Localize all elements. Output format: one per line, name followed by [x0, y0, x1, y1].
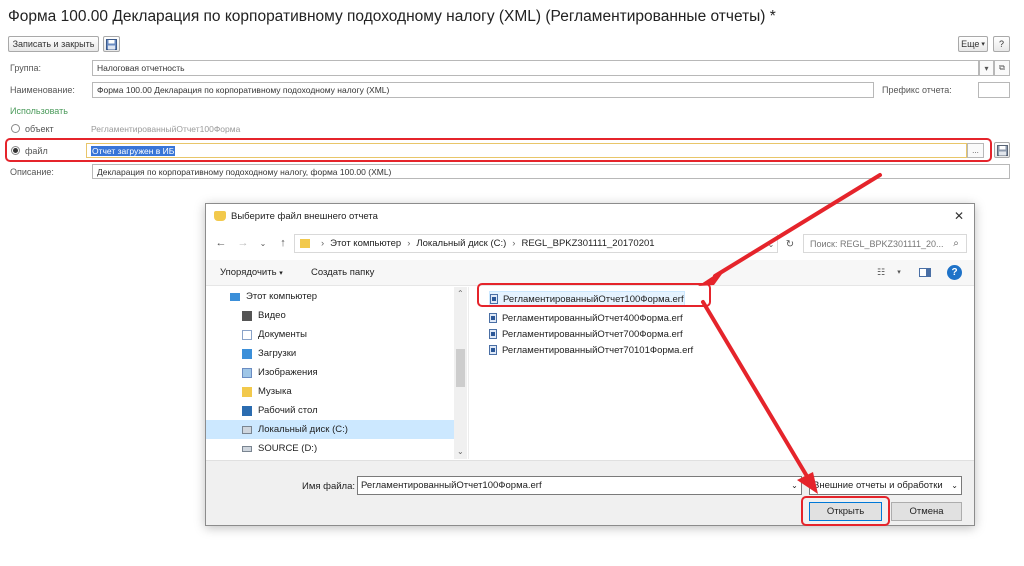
arrow-head-icon: [698, 267, 727, 286]
arrow-to-file-line: [713, 173, 882, 278]
arrow-head-icon: [797, 472, 818, 494]
arrow-to-open-line: [701, 300, 810, 480]
annotation-arrows: [698, 173, 882, 494]
